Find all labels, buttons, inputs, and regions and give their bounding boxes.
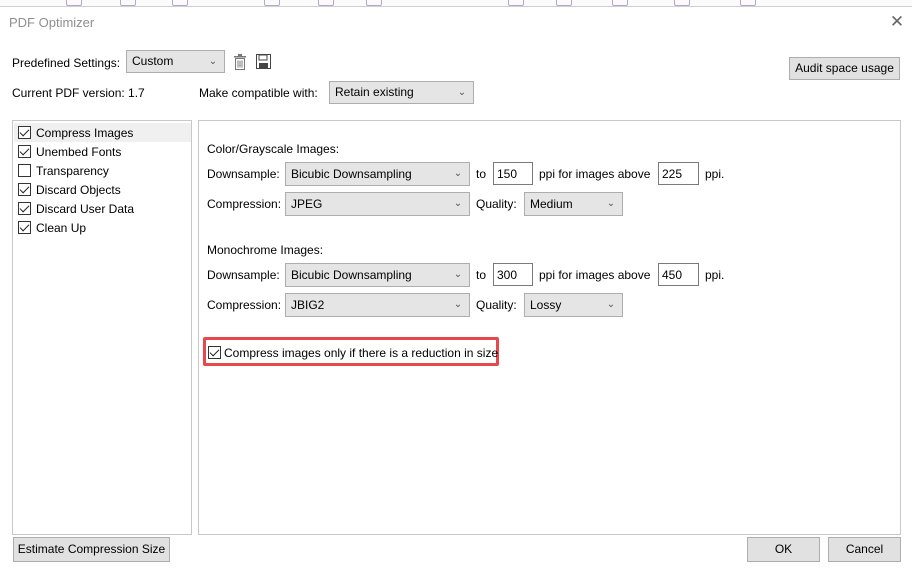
trash-icon[interactable]: [233, 54, 247, 70]
color-compression-label: Compression:: [207, 197, 282, 211]
mono-compression-value: JBIG2: [291, 298, 325, 312]
predefined-settings-select[interactable]: Custom ⌄: [126, 50, 225, 73]
predefined-settings-label: Predefined Settings:: [12, 56, 121, 70]
sidebar-item-label: Discard Objects: [36, 183, 121, 197]
color-downsample-value: Bicubic Downsampling: [291, 167, 412, 181]
chevron-down-icon: ⌄: [606, 198, 616, 209]
color-quality-label: Quality:: [476, 197, 517, 211]
mono-target-ppi-input[interactable]: [493, 263, 533, 286]
dialog-title: PDF Optimizer: [9, 15, 95, 30]
chevron-down-icon: ⌄: [606, 299, 616, 310]
color-compression-value: JPEG: [291, 197, 323, 211]
transparency-checkbox[interactable]: [18, 164, 31, 177]
audit-space-usage-button[interactable]: Audit space usage: [789, 57, 900, 80]
sidebar-item-label: Clean Up: [36, 221, 87, 235]
compress-images-checkbox[interactable]: [18, 126, 31, 139]
sidebar-item-label: Unembed Fonts: [36, 145, 122, 159]
make-compatible-select[interactable]: Retain existing ⌄: [329, 81, 474, 104]
color-grayscale-heading: Color/Grayscale Images:: [207, 142, 340, 156]
color-downsample-select[interactable]: Bicubic Downsampling ⌄: [285, 162, 470, 186]
color-above-ppi-input[interactable]: [658, 162, 699, 185]
mono-ppi-suffix: ppi.: [705, 268, 725, 282]
cancel-button[interactable]: Cancel: [828, 537, 901, 562]
mono-downsample-label: Downsample:: [207, 268, 280, 282]
color-ppi-above-label: ppi for images above: [539, 167, 651, 181]
color-ppi-suffix: ppi.: [705, 167, 725, 181]
mono-quality-label: Quality:: [476, 298, 517, 312]
sidebar-item-transparency[interactable]: Transparency: [14, 161, 191, 180]
estimate-compression-size-button[interactable]: Estimate Compression Size: [13, 537, 170, 562]
discard-user-data-checkbox[interactable]: [18, 202, 31, 215]
mono-quality-value: Lossy: [530, 298, 562, 312]
sidebar-item-discard-objects[interactable]: Discard Objects: [14, 180, 191, 199]
make-compatible-label: Make compatible with:: [199, 86, 318, 100]
close-icon[interactable]: ✕: [886, 11, 908, 33]
mono-ppi-above-label: ppi for images above: [539, 268, 651, 282]
color-to-label: to: [476, 167, 487, 181]
pdf-optimizer-dialog: PDF Optimizer ✕ Predefined Settings: Cus…: [0, 6, 912, 570]
chevron-down-icon: ⌄: [453, 168, 463, 179]
mono-downsample-select[interactable]: Bicubic Downsampling ⌄: [285, 263, 470, 287]
sidebar-item-label: Compress Images: [36, 126, 134, 140]
mono-compression-label: Compression:: [207, 298, 282, 312]
sidebar-item-label: Transparency: [36, 164, 109, 178]
mono-compression-select[interactable]: JBIG2 ⌄: [285, 293, 470, 317]
sidebar-item-compress-images[interactable]: Compress Images: [14, 123, 191, 142]
color-target-ppi-input[interactable]: [493, 162, 533, 185]
mono-to-label: to: [476, 268, 487, 282]
sidebar-item-unembed-fonts[interactable]: Unembed Fonts: [14, 142, 191, 161]
chevron-down-icon: ⌄: [208, 56, 218, 67]
current-pdf-version-label: Current PDF version: 1.7: [12, 86, 145, 100]
chevron-down-icon: ⌄: [453, 198, 463, 209]
compress-only-checkbox[interactable]: [208, 346, 221, 359]
mono-above-ppi-input[interactable]: [658, 263, 699, 286]
sidebar-item-discard-user-data[interactable]: Discard User Data: [14, 199, 191, 218]
mono-quality-select[interactable]: Lossy ⌄: [524, 293, 623, 317]
color-downsample-label: Downsample:: [207, 167, 280, 181]
chevron-down-icon: ⌄: [453, 299, 463, 310]
chevron-down-icon: ⌄: [457, 87, 467, 98]
compress-only-label[interactable]: Compress images only if there is a reduc…: [224, 345, 498, 361]
category-list: Compress Images Unembed Fonts Transparen…: [12, 120, 192, 535]
make-compatible-value: Retain existing: [335, 85, 414, 99]
ok-button[interactable]: OK: [747, 537, 820, 562]
predefined-settings-value: Custom: [132, 54, 174, 68]
mono-downsample-value: Bicubic Downsampling: [291, 268, 412, 282]
unembed-fonts-checkbox[interactable]: [18, 145, 31, 158]
save-settings-icon[interactable]: [256, 54, 271, 69]
monochrome-heading: Monochrome Images:: [207, 243, 324, 257]
color-quality-value: Medium: [530, 197, 573, 211]
color-quality-select[interactable]: Medium ⌄: [524, 192, 623, 216]
sidebar-item-label: Discard User Data: [36, 202, 135, 216]
color-compression-select[interactable]: JPEG ⌄: [285, 192, 470, 216]
sidebar-item-clean-up[interactable]: Clean Up: [14, 218, 191, 237]
clean-up-checkbox[interactable]: [18, 221, 31, 234]
discard-objects-checkbox[interactable]: [18, 183, 31, 196]
chevron-down-icon: ⌄: [453, 269, 463, 280]
